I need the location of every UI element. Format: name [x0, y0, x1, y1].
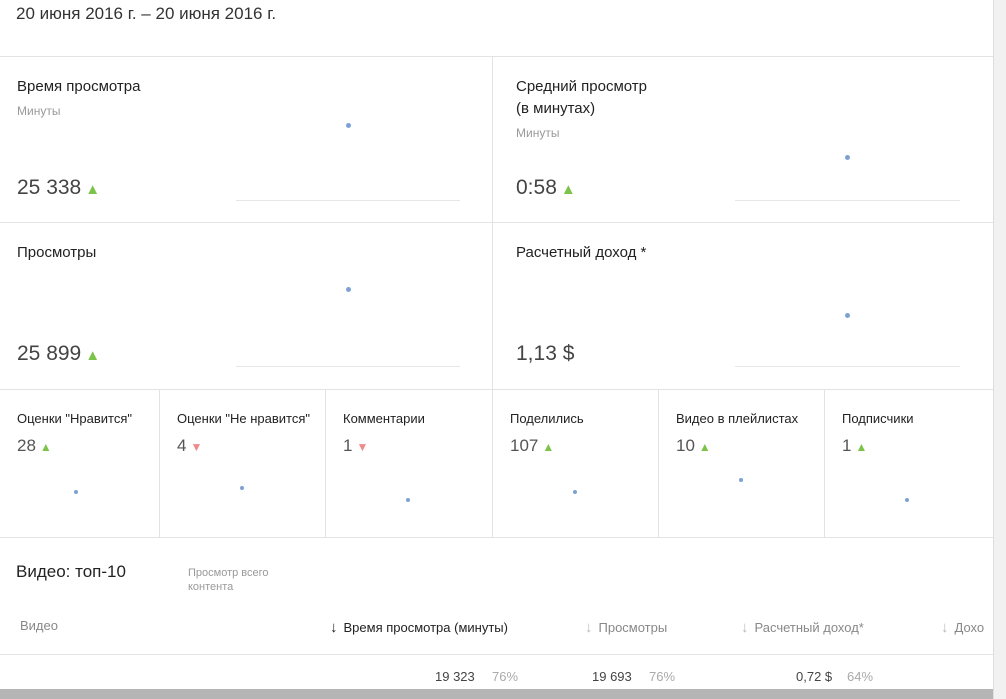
total-views-pct: 76% [649, 669, 676, 684]
card-title: Расчетный доход * [516, 244, 647, 261]
card-avg-view[interactable]: Средний просмотр (в минутах) Минуты 0:58 ▲ [493, 57, 993, 222]
small-card-value: 10 ▲ [676, 436, 711, 455]
card-title: Просмотры [17, 244, 97, 261]
sort-down-icon: ↓ [585, 619, 593, 636]
trend-up-icon: ▲ [855, 440, 868, 454]
column-header-income[interactable]: ↓ Дохо [941, 619, 993, 636]
small-card[interactable]: Оценки "Нравится" 28 ▲ [0, 390, 160, 537]
total-views: 19 693 [592, 669, 632, 684]
sparkline-point [240, 486, 244, 490]
vertical-scrollbar[interactable] [993, 0, 1006, 699]
date-range: 20 июня 2016 г. – 20 июня 2016 г. [16, 4, 277, 23]
total-watch-time: 19 323 [435, 669, 475, 684]
small-card-title: Оценки "Нравится" [17, 411, 132, 426]
horizontal-scrollbar[interactable] [0, 689, 993, 699]
sparkline-baseline [735, 200, 960, 201]
small-card-value: 28 ▲ [17, 436, 52, 455]
small-card[interactable]: Комментарии 1 ▼ [326, 390, 493, 537]
sparkline-baseline [735, 366, 960, 367]
sparkline-point [573, 490, 577, 494]
card-revenue[interactable]: Расчетный доход * 1,13 $ [493, 223, 993, 389]
total-watch-pct: 76% [492, 669, 519, 684]
trend-up-icon: ▲ [85, 347, 101, 364]
card-views[interactable]: Просмотры 25 899 ▲ [0, 223, 492, 389]
view-all-content-link[interactable]: Просмотр всего контента [188, 566, 269, 594]
small-card-value: 4 ▼ [177, 436, 203, 455]
divider [0, 654, 993, 655]
trend-down-icon: ▼ [190, 440, 203, 454]
card-subtitle: Минуты [17, 104, 61, 118]
card-value: 0:58 ▲ [516, 176, 576, 199]
card-subtitle: Минуты [516, 126, 560, 140]
small-card-title: Оценки "Не нравится" [177, 411, 310, 426]
sort-down-icon: ↓ [941, 619, 949, 636]
sparkline-baseline [236, 200, 460, 201]
sparkline-baseline [236, 366, 460, 367]
sparkline-point [905, 498, 909, 502]
sparkline-point [346, 287, 351, 292]
sparkline-point [406, 498, 410, 502]
card-watch-time[interactable]: Время просмотра Минуты 25 338 ▲ [0, 57, 492, 222]
divider [0, 537, 993, 538]
trend-up-icon: ▲ [560, 181, 576, 198]
trend-up-icon: ▲ [698, 440, 711, 454]
small-card-title: Видео в плейлистах [676, 411, 799, 426]
small-card-title: Комментарии [343, 411, 425, 426]
small-card-title: Поделились [510, 411, 584, 426]
column-header-revenue[interactable]: ↓ Расчетный доход* [741, 619, 864, 636]
card-title: Средний просмотр (в минутах) [516, 78, 647, 117]
sparkline-point [739, 478, 743, 482]
trend-down-icon: ▼ [356, 440, 369, 454]
total-revenue: 0,72 $ [796, 669, 833, 684]
small-card-title: Подписчики [842, 411, 914, 426]
small-card[interactable]: Подписчики 1 ▲ [825, 390, 993, 537]
sparkline-point [346, 123, 351, 128]
total-revenue-pct: 64% [847, 669, 874, 684]
column-header-views[interactable]: ↓ Просмотры [585, 619, 667, 636]
small-card[interactable]: Поделились 107 ▲ [493, 390, 659, 537]
card-value: 1,13 $ [516, 342, 575, 365]
table-title: Видео: топ-10 [16, 562, 126, 581]
small-card[interactable]: Оценки "Не нравится" 4 ▼ [160, 390, 326, 537]
trend-up-icon: ▲ [542, 440, 555, 454]
card-value: 25 899 ▲ [17, 342, 101, 365]
sparkline-point [845, 313, 850, 318]
small-card-value: 1 ▼ [343, 436, 369, 455]
sort-down-icon: ↓ [330, 619, 338, 636]
column-header-watch-time[interactable]: ↓ Время просмотра (минуты) [330, 619, 508, 636]
column-header-video[interactable]: Видео [20, 618, 58, 633]
card-value: 25 338 ▲ [17, 176, 101, 199]
card-title: Время просмотра [17, 78, 141, 95]
sparkline-point [845, 155, 850, 160]
small-card-value: 107 ▲ [510, 436, 555, 455]
sort-down-icon: ↓ [741, 619, 749, 636]
sparkline-point [74, 490, 78, 494]
small-card-value: 1 ▲ [842, 436, 868, 455]
small-card[interactable]: Видео в плейлистах 10 ▲ [659, 390, 825, 537]
trend-up-icon: ▲ [85, 181, 101, 198]
trend-up-icon: ▲ [39, 440, 52, 454]
